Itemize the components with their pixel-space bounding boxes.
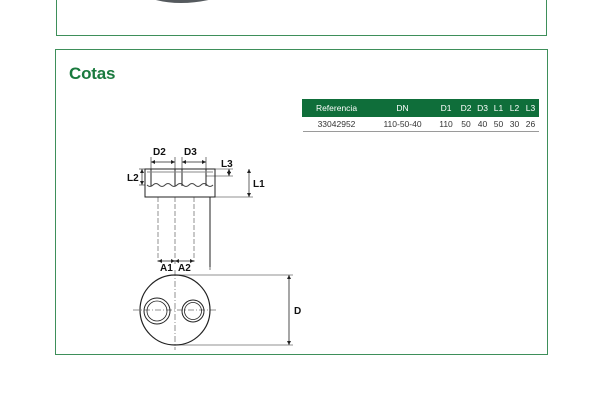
label-d2: D2 (153, 147, 166, 158)
column-header: L2 (506, 99, 523, 117)
column-header: D3 (474, 99, 491, 117)
column-header: L3 (522, 99, 539, 117)
dimensions-table: Referencia DN D1 D2 D3 L1 L2 L3 33042952… (302, 99, 539, 132)
product-image-edge (155, 0, 209, 3)
side-view (139, 157, 253, 270)
table-cell: 50 (490, 117, 507, 132)
section-title: Cotas (69, 64, 116, 83)
column-header: D1 (434, 99, 458, 117)
table-cell: 33042952 (302, 117, 371, 132)
previous-section-panel (56, 0, 547, 36)
label-a2: A2 (178, 263, 191, 274)
label-l2: L2 (127, 173, 139, 184)
dimension-drawing: D2 D3 L2 L3 L1 A1 A2 D (127, 147, 301, 350)
table-cell: 110-50-40 (370, 117, 435, 132)
table-cell: 40 (474, 117, 491, 132)
table-cell: 110 (434, 117, 458, 132)
column-header: L1 (490, 99, 507, 117)
label-d: D (294, 306, 301, 317)
top-view (133, 270, 293, 350)
table-cell: 30 (506, 117, 523, 132)
column-header: DN (370, 99, 435, 117)
column-header: D2 (457, 99, 475, 117)
table-row: 33042952 110-50-40 110 50 40 50 30 26 (302, 117, 539, 132)
column-header: Referencia (302, 99, 371, 117)
table-cell: 50 (457, 117, 475, 132)
label-a1: A1 (160, 263, 173, 274)
table-header-row: Referencia DN D1 D2 D3 L1 L2 L3 (302, 99, 539, 117)
table-cell: 26 (522, 117, 539, 132)
dimensions-panel: Cotas Referencia DN D1 D2 D3 L1 L2 L3 33… (55, 49, 548, 355)
label-l3: L3 (221, 159, 233, 170)
label-l1: L1 (253, 179, 265, 190)
label-d3: D3 (184, 147, 197, 158)
